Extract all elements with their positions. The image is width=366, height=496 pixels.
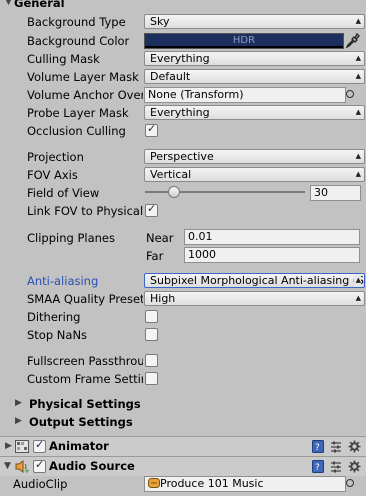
near-input[interactable]: 0.01 xyxy=(184,229,360,245)
preset-sliders-icon[interactable] xyxy=(330,460,342,473)
object-picker-icon[interactable] xyxy=(346,479,354,487)
output-settings-title[interactable]: Output Settings xyxy=(29,415,133,429)
audio-source-enabled-checkbox[interactable] xyxy=(33,458,46,473)
component-gear-icon[interactable] xyxy=(348,440,361,453)
link-fov-checkbox[interactable] xyxy=(145,202,158,217)
hdr-label: HDR xyxy=(232,35,256,46)
anti-aliasing-label: Anti-aliasing xyxy=(27,274,99,288)
dropdown-arrow-icon: ▲ xyxy=(355,152,361,160)
volume-layer-mask-label: Volume Layer Mask xyxy=(27,70,139,84)
component-gear-icon[interactable] xyxy=(348,460,361,473)
audio-clip-field[interactable]: Produce 101 Music xyxy=(144,476,346,492)
probe-layer-mask-label: Probe Layer Mask xyxy=(27,106,129,120)
background-type-dropdown[interactable]: Sky ▲ xyxy=(144,14,365,29)
audio-source-title: Audio Source xyxy=(49,459,135,473)
animator-foldout-icon[interactable]: ▶ xyxy=(5,441,12,451)
near-label: Near xyxy=(146,231,174,245)
audio-source-foldout-icon[interactable]: ▼ xyxy=(4,461,11,471)
occlusion-culling-checkbox[interactable] xyxy=(145,122,158,137)
physical-settings-foldout-icon[interactable]: ▶ xyxy=(15,398,22,408)
projection-value: Perspective xyxy=(150,150,214,163)
eyedropper-icon[interactable] xyxy=(346,33,360,48)
background-color-swatch[interactable]: HDR xyxy=(144,33,344,49)
dithering-checkbox[interactable] xyxy=(145,310,158,323)
general-section-title[interactable]: General xyxy=(14,0,65,10)
background-type-value: Sky xyxy=(150,15,170,28)
help-book-icon[interactable]: ? xyxy=(312,460,324,473)
fullscreen-passthrough-checkbox[interactable] xyxy=(145,354,158,367)
object-picker-icon[interactable] xyxy=(346,90,354,98)
svg-text:+: + xyxy=(24,467,29,473)
clipping-planes-label: Clipping Planes xyxy=(27,231,115,245)
volume-layer-mask-dropdown[interactable]: Default ▲ xyxy=(144,69,365,84)
far-label: Far xyxy=(146,249,164,263)
volume-anchor-field[interactable]: None (Transform) xyxy=(144,87,346,103)
animator-header[interactable]: ▶ Animator ? xyxy=(0,437,366,456)
audio-source-speaker-icon: + xyxy=(15,460,29,473)
anti-aliasing-dropdown[interactable]: Subpixel Morphological Anti-aliasing (S ▲ xyxy=(144,273,365,288)
dropdown-arrow-icon: ▲ xyxy=(355,170,361,178)
far-input[interactable]: 1000 xyxy=(184,247,360,263)
color-alpha-bar xyxy=(145,46,343,48)
dropdown-arrow-icon: ▲ xyxy=(355,294,361,302)
fov-axis-dropdown[interactable]: Vertical ▲ xyxy=(144,167,365,182)
output-settings-foldout-icon[interactable]: ▶ xyxy=(15,416,22,426)
smaa-quality-dropdown[interactable]: High ▲ xyxy=(144,291,365,306)
probe-layer-mask-dropdown[interactable]: Everything ▲ xyxy=(144,105,365,120)
occlusion-culling-label: Occlusion Culling xyxy=(27,124,126,138)
background-color-label: Background Color xyxy=(27,34,130,48)
help-book-icon[interactable]: ? xyxy=(312,440,324,453)
dropdown-arrow-icon: ▲ xyxy=(355,72,361,80)
fullscreen-passthrough-label: Fullscreen Passthrou xyxy=(27,354,143,368)
dropdown-arrow-icon: ▲ xyxy=(355,108,361,116)
culling-mask-dropdown[interactable]: Everything ▲ xyxy=(144,51,365,66)
stop-nans-checkbox[interactable] xyxy=(145,328,158,341)
field-of-view-slider-thumb[interactable] xyxy=(168,186,180,198)
custom-frame-settings-label: Custom Frame Settin xyxy=(27,372,143,386)
dithering-label: Dithering xyxy=(27,310,81,324)
audio-clip-value: Produce 101 Music xyxy=(160,477,264,490)
dropdown-arrow-icon: ▲ xyxy=(355,17,361,25)
projection-dropdown[interactable]: Perspective ▲ xyxy=(144,149,365,164)
fov-axis-label: FOV Axis xyxy=(27,168,78,182)
audio-clip-label: AudioClip xyxy=(13,477,68,491)
audio-source-header[interactable]: ▼ + Audio Source ? xyxy=(0,457,366,476)
field-of-view-label: Field of View xyxy=(27,186,100,200)
dropdown-arrow-icon: ▲ xyxy=(355,54,361,62)
background-type-label: Background Type xyxy=(27,15,126,29)
volume-anchor-label: Volume Anchor Over xyxy=(27,88,143,102)
projection-label: Projection xyxy=(27,150,84,164)
animator-enabled-checkbox[interactable] xyxy=(33,438,46,453)
volume-layer-mask-value: Default xyxy=(150,70,191,83)
preset-sliders-icon[interactable] xyxy=(330,440,342,453)
svg-text:?: ? xyxy=(315,463,320,473)
probe-layer-mask-value: Everything xyxy=(150,106,210,119)
smaa-quality-value: High xyxy=(150,292,176,305)
field-of-view-input[interactable]: 30 xyxy=(310,185,361,201)
stop-nans-label: Stop NaNs xyxy=(27,328,88,342)
fov-axis-value: Vertical xyxy=(150,168,192,181)
svg-text:?: ? xyxy=(315,443,320,453)
animator-title: Animator xyxy=(49,439,109,453)
custom-frame-settings-checkbox[interactable] xyxy=(145,372,158,385)
smaa-quality-label: SMAA Quality Preset xyxy=(27,292,143,306)
animator-icon xyxy=(15,440,29,453)
link-fov-label: Link FOV to Physical xyxy=(27,204,143,218)
general-foldout-arrow-icon[interactable]: ▼ xyxy=(5,0,12,7)
culling-mask-value: Everything xyxy=(150,52,210,65)
physical-settings-title[interactable]: Physical Settings xyxy=(29,397,141,411)
culling-mask-label: Culling Mask xyxy=(27,52,100,66)
dropdown-arrow-icon: ▲ xyxy=(353,274,361,287)
anti-aliasing-value: Subpixel Morphological Anti-aliasing (S xyxy=(150,274,365,287)
audio-clip-icon xyxy=(148,478,160,488)
